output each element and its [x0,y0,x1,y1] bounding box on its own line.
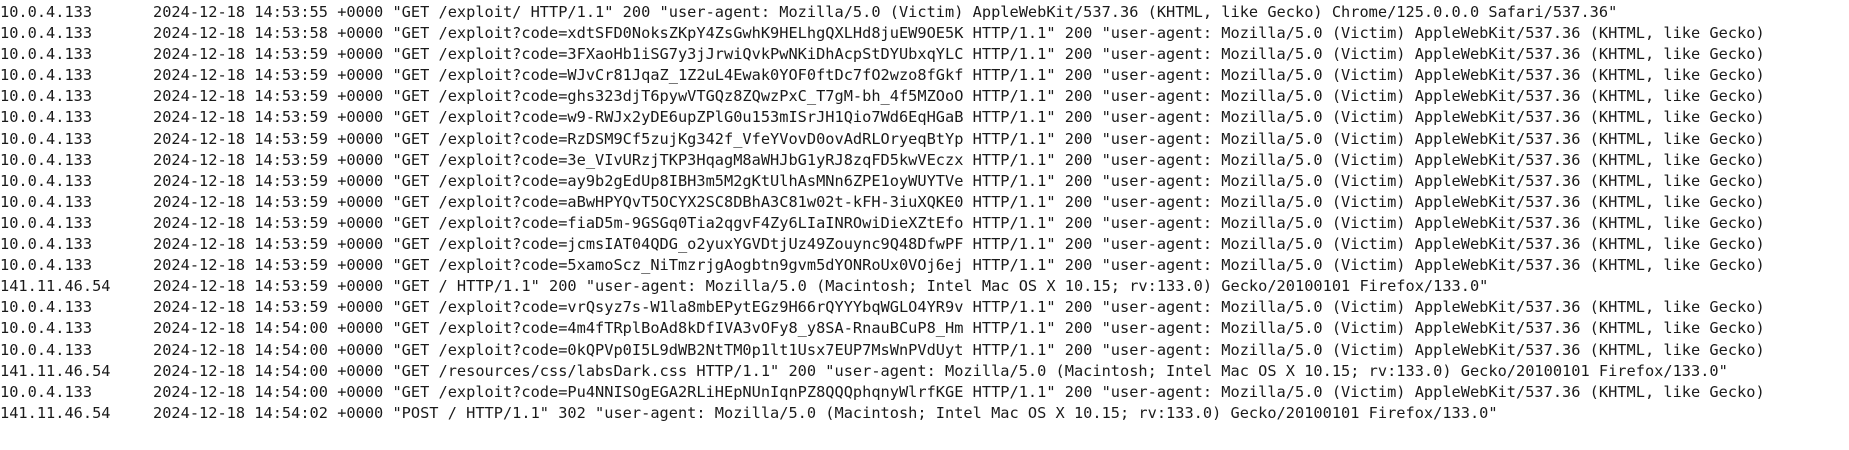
log-ip-address: 10.0.4.133 [0,24,93,43]
log-line: 10.0.4.133 2024-12-18 14:53:59 +0000 "GET… [0,44,1849,65]
log-line: 10.0.4.133 2024-12-18 14:53:59 +0000 "GET… [0,65,1849,86]
log-entry-text: 2024-12-18 14:53:59 +0000 "GET /exploit?… [153,45,1765,64]
log-line: 10.0.4.133 2024-12-18 14:53:59 +0000 "GET… [0,171,1849,192]
log-ip-address: 10.0.4.133 [0,192,93,211]
log-line: 10.0.4.133 2024-12-18 14:54:00 +0000 "GET… [0,382,1849,403]
log-entry-text: 2024-12-18 14:53:59 +0000 "GET /exploit?… [153,108,1765,127]
log-entry-text: 2024-12-18 14:53:59 +0000 "GET /exploit?… [153,298,1765,317]
log-ip-address: 10.0.4.133 [0,129,93,148]
log-line: 10.0.4.133 2024-12-18 14:53:59 +0000 "GET… [0,234,1849,255]
log-entry-text: 2024-12-18 14:53:59 +0000 "GET /exploit?… [153,192,1765,211]
log-entry-text: 2024-12-18 14:53:59 +0000 "GET /exploit?… [153,213,1765,232]
log-ip-address: 10.0.4.133 [0,87,93,106]
log-entry-text: 2024-12-18 14:54:00 +0000 "GET /resource… [153,361,1728,380]
log-line: 141.11.46.54 2024-12-18 14:54:00 +0000 "G… [0,361,1849,382]
log-line: 10.0.4.133 2024-12-18 14:53:59 +0000 "GET… [0,129,1849,150]
log-entry-text: 2024-12-18 14:53:59 +0000 "GET /exploit?… [153,150,1765,169]
log-line: 10.0.4.133 2024-12-18 14:54:00 +0000 "GET… [0,318,1849,339]
log-ip-address: 10.0.4.133 [0,382,93,401]
log-line: 141.11.46.54 2024-12-18 14:54:02 +0000 "P… [0,403,1849,424]
log-entry-text: 2024-12-18 14:54:02 +0000 "POST / HTTP/1… [153,403,1498,422]
log-line: 10.0.4.133 2024-12-18 14:53:59 +0000 "GET… [0,255,1849,276]
log-line: 10.0.4.133 2024-12-18 14:53:59 +0000 "GET… [0,86,1849,107]
log-entry-text: 2024-12-18 14:53:59 +0000 "GET /exploit?… [153,256,1765,275]
log-line: 10.0.4.133 2024-12-18 14:53:59 +0000 "GET… [0,213,1849,234]
log-entry-text: 2024-12-18 14:53:58 +0000 "GET /exploit?… [153,24,1765,43]
log-ip-address: 10.0.4.133 [0,256,93,275]
access-log-view: 10.0.4.133 2024-12-18 14:53:55 +0000 "GET… [0,0,1849,450]
log-ip-address: 10.0.4.133 [0,213,93,232]
log-entry-text: 2024-12-18 14:53:59 +0000 "GET /exploit?… [153,129,1765,148]
log-ip-address: 10.0.4.133 [0,45,93,64]
log-line: 10.0.4.133 2024-12-18 14:54:00 +0000 "GET… [0,340,1849,361]
log-ip-address: 10.0.4.133 [0,340,93,359]
log-line: 10.0.4.133 2024-12-18 14:53:55 +0000 "GET… [0,2,1849,23]
log-ip-address: 10.0.4.133 [0,150,93,169]
log-ip-address: 10.0.4.133 [0,171,93,190]
log-entry-text: 2024-12-18 14:54:00 +0000 "GET /exploit?… [153,319,1765,338]
log-entry-text: 2024-12-18 14:54:00 +0000 "GET /exploit?… [153,382,1765,401]
log-entry-text: 2024-12-18 14:53:59 +0000 "GET /exploit?… [153,66,1765,85]
log-ip-address: 10.0.4.133 [0,66,93,85]
log-line: 10.0.4.133 2024-12-18 14:53:59 +0000 "GET… [0,107,1849,128]
log-entry-text: 2024-12-18 14:53:59 +0000 "GET /exploit?… [153,87,1765,106]
log-ip-address: 10.0.4.133 [0,3,93,21]
log-entry-text: 2024-12-18 14:54:00 +0000 "GET /exploit?… [153,340,1765,359]
log-ip-address: 141.11.46.54 [0,361,111,380]
log-line: 10.0.4.133 2024-12-18 14:53:58 +0000 "GET… [0,23,1849,44]
log-line: 10.0.4.133 2024-12-18 14:53:59 +0000 "GET… [0,297,1849,318]
log-line: 141.11.46.54 2024-12-18 14:53:59 +0000 "G… [0,276,1849,297]
log-ip-address: 141.11.46.54 [0,403,111,422]
log-ip-address: 10.0.4.133 [0,108,93,127]
log-ip-address: 10.0.4.133 [0,319,93,338]
log-line: 10.0.4.133 2024-12-18 14:53:59 +0000 "GET… [0,192,1849,213]
log-entry-text: 2024-12-18 14:53:55 +0000 "GET /exploit/… [153,3,1618,21]
log-line: 10.0.4.133 2024-12-18 14:53:59 +0000 "GET… [0,150,1849,171]
log-entry-text: 2024-12-18 14:53:59 +0000 "GET /exploit?… [153,171,1765,190]
log-ip-address: 10.0.4.133 [0,235,93,254]
log-ip-address: 141.11.46.54 [0,277,111,296]
log-entry-text: 2024-12-18 14:53:59 +0000 "GET /exploit?… [153,235,1765,254]
log-ip-address: 10.0.4.133 [0,298,93,317]
log-entry-text: 2024-12-18 14:53:59 +0000 "GET / HTTP/1.… [153,277,1489,296]
